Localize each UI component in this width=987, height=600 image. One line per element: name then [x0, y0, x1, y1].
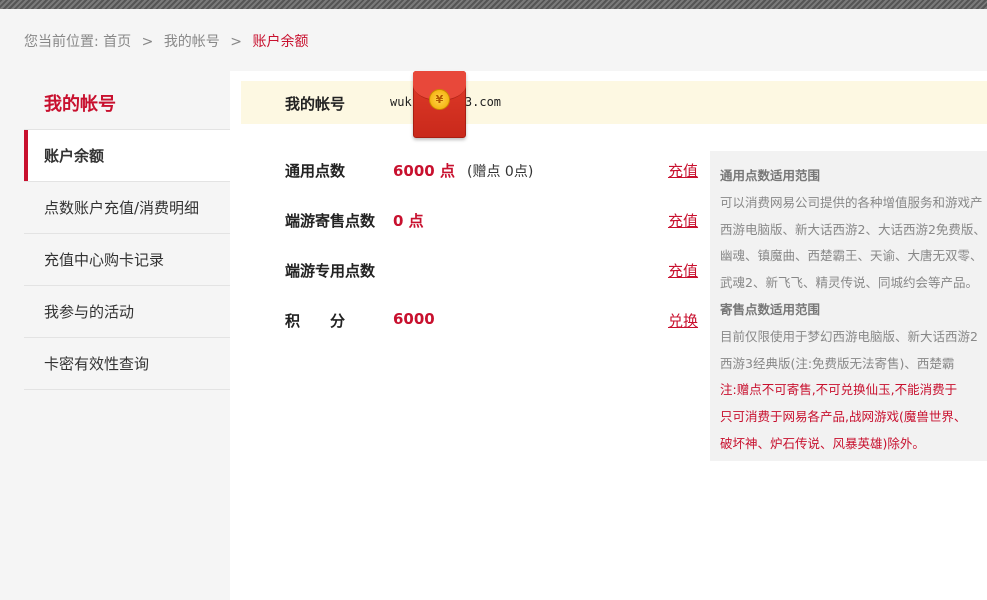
balance-label: 端游寄售点数 [285, 212, 376, 230]
balance-value: 6000 [393, 310, 435, 328]
balance-label: 通用点数 [285, 162, 346, 180]
sidebar-title: 我的帐号 [24, 80, 230, 130]
bonus-points: (赠点 0点) [467, 164, 534, 180]
info-line: 西游电脑版、新大话西游2、大话西游2免费版、 [720, 221, 986, 237]
info-line: 西游3经典版(注:免费版无法寄售)、西楚霸 [720, 355, 955, 371]
info-line: 可以消费网易公司提供的各种增值服务和游戏产 [720, 194, 983, 210]
sidebar-item-my-activities[interactable]: 我参与的活动 [24, 286, 230, 338]
balance-label: 端游专用点数 [285, 262, 376, 280]
breadcrumb-account-link[interactable]: 我的帐号 [164, 34, 220, 50]
info-heading: 通用点数适用范围 [720, 168, 821, 183]
breadcrumb-prefix: 您当前位置: [24, 34, 99, 50]
recharge-link[interactable]: 充值 [668, 160, 698, 181]
top-stripe [0, 0, 987, 9]
recharge-link[interactable]: 充值 [668, 210, 698, 231]
breadcrumb-home-link[interactable]: 首页 [103, 34, 131, 50]
info-note: 注:赠点不可寄售,不可兑换仙玉,不能消费于 [720, 382, 958, 398]
exchange-link[interactable]: 兑换 [668, 310, 698, 331]
info-note: 破坏神、炉石传说、风暴英雄)除外。 [720, 435, 925, 451]
red-envelope-icon[interactable]: ¥ [413, 71, 466, 138]
sidebar: 我的帐号 账户余额 点数账户充值/消费明细 充值中心购卡记录 我参与的活动 卡密… [24, 80, 230, 390]
info-line: 目前仅限使用于梦幻西游电脑版、新大话西游2 [720, 328, 978, 344]
balance-value: 6000 点 [393, 162, 455, 180]
coin-icon: ¥ [429, 89, 450, 110]
sidebar-item-card-validity-check[interactable]: 卡密有效性查询 [24, 338, 230, 390]
info-note: 只可消费于网易各产品,战网游戏(魔兽世界、 [720, 409, 967, 425]
breadcrumb: 您当前位置: 首页 > 我的帐号 > 账户余额 [24, 31, 308, 51]
account-bar: 我的帐号 wuk 63.com [241, 81, 987, 124]
info-line: 武魂2、新飞飞、精灵传说、同城约会等产品。 [720, 275, 978, 291]
balance-label: 积 分 [285, 312, 346, 330]
usage-scope-info-panel: 通用点数适用范围 可以消费网易公司提供的各种增值服务和游戏产 西游电脑版、新大话… [710, 151, 987, 461]
info-line: 幽魂、镇魔曲、西楚霸王、天谕、大唐无双零、 [720, 248, 983, 264]
account-label: 我的帐号 [285, 95, 346, 113]
sidebar-item-account-balance[interactable]: 账户余额 [24, 130, 230, 182]
recharge-link[interactable]: 充值 [668, 260, 698, 281]
main-panel: 我的帐号 wuk 63.com ¥ 通用点数 6000 点 (赠点 0点) 充值 … [230, 71, 987, 600]
account-value-start: wuk [390, 95, 412, 109]
breadcrumb-separator: > [230, 34, 242, 50]
sidebar-item-recharge-details[interactable]: 点数账户充值/消费明细 [24, 182, 230, 234]
breadcrumb-separator: > [141, 34, 154, 50]
sidebar-item-card-purchase-records[interactable]: 充值中心购卡记录 [24, 234, 230, 286]
breadcrumb-current: 账户余额 [252, 34, 309, 50]
balance-value: 0 点 [393, 212, 424, 230]
info-heading: 寄售点数适用范围 [720, 301, 821, 317]
